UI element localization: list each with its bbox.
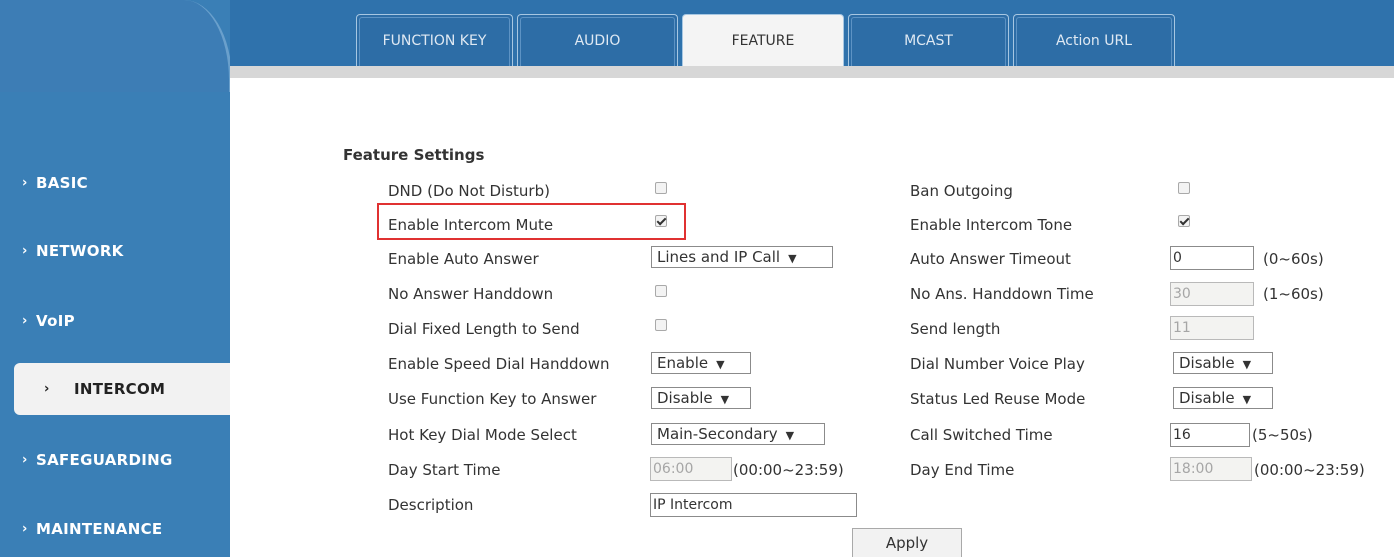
send-length-input[interactable]: 11 [1170,316,1254,340]
speed-dial-handdown-select[interactable]: Enable ▼ [651,352,751,374]
tab-label: FUNCTION KEY [382,33,487,49]
day-start-input[interactable]: 06:00 [650,457,732,481]
sidebar-item-network[interactable]: › NETWORK [0,225,230,277]
sidebar-item-intercom[interactable]: › INTERCOM [14,363,230,415]
auto-answer-select[interactable]: Lines and IP Call ▼ [651,246,833,268]
intercom-tone-checkbox[interactable] [1178,215,1190,227]
speed-dial-value: Enable [657,354,709,372]
dial-number-voice-value: Disable [1179,354,1235,372]
sidebar-header [0,0,232,92]
send-length-label: Send length [910,320,1001,338]
hot-key-mode-label: Hot Key Dial Mode Select [388,426,577,444]
dropdown-arrow-icon: ▼ [1242,358,1252,371]
auto-answer-label: Enable Auto Answer [388,250,539,268]
sidebar-item-label: VoIP [36,312,75,330]
description-label: Description [388,496,474,514]
tab-label: MCAST [904,33,953,49]
tab-function-key[interactable]: FUNCTION KEY [356,14,513,66]
auto-answer-value: Lines and IP Call [657,248,781,266]
intercom-tone-label: Enable Intercom Tone [910,216,1073,234]
tab-label: Action URL [1055,33,1133,49]
day-start-label: Day Start Time [388,461,501,479]
tab-action-url[interactable]: Action URL [1013,14,1175,66]
dial-fixed-length-checkbox[interactable] [655,319,667,331]
sidebar-item-maintenance[interactable]: › MAINTENANCE [0,503,230,555]
sidebar-item-safeguarding[interactable]: › SAFEGUARDING [0,434,230,486]
chevron-right-icon: › [44,381,50,397]
dropdown-arrow-icon: ▼ [716,358,725,371]
no-answer-handdown-checkbox[interactable] [655,285,667,297]
no-ans-handdown-time-hint: (1~60s) [1263,285,1324,303]
day-start-hint: (00:00~23:59) [733,461,844,479]
description-input[interactable]: IP Intercom [650,493,857,517]
tab-feature[interactable]: FEATURE [682,14,844,66]
tab-label: AUDIO [574,33,621,49]
sidebar-item-label: BASIC [36,174,88,192]
sidebar-item-label: NETWORK [36,242,124,260]
dnd-checkbox[interactable] [655,182,667,194]
no-ans-handdown-time-label: No Ans. Handdown Time [910,285,1094,303]
hot-key-mode-value: Main-Secondary [657,425,778,443]
tab-mcast[interactable]: MCAST [848,14,1009,66]
apply-button[interactable]: Apply [852,528,962,557]
dnd-label: DND (Do Not Disturb) [388,182,550,200]
dial-fixed-length-label: Dial Fixed Length to Send [388,320,580,338]
sidebar-item-label: SAFEGUARDING [36,451,173,469]
highlight-box [377,203,686,240]
dropdown-arrow-icon: ▼ [1242,393,1252,406]
dial-number-voice-select[interactable]: Disable ▼ [1173,352,1273,374]
call-switched-time-hint: (5~50s) [1252,426,1313,444]
auto-answer-timeout-input[interactable]: 0 [1170,246,1254,270]
status-led-label: Status Led Reuse Mode [910,390,1086,408]
call-switched-time-label: Call Switched Time [910,426,1053,444]
function-key-answer-select[interactable]: Disable ▼ [651,387,751,409]
status-led-value: Disable [1179,389,1235,407]
chevron-right-icon: › [22,313,28,329]
chevron-right-icon: › [22,243,28,259]
call-switched-time-input[interactable]: 16 [1170,423,1250,447]
tab-audio[interactable]: AUDIO [517,14,678,66]
ban-outgoing-checkbox[interactable] [1178,182,1190,194]
auto-answer-timeout-label: Auto Answer Timeout [910,250,1071,268]
day-end-hint: (00:00~23:59) [1254,461,1365,479]
sidebar-item-basic[interactable]: › BASIC [0,157,230,209]
sidebar-item-label: MAINTENANCE [36,520,163,538]
dropdown-arrow-icon: ▼ [785,429,795,442]
hot-key-mode-select[interactable]: Main-Secondary ▼ [651,423,825,445]
speed-dial-handdown-label: Enable Speed Dial Handdown [388,355,610,373]
day-end-label: Day End Time [910,461,1015,479]
tab-label: FEATURE [731,33,795,49]
no-ans-handdown-time-input[interactable]: 30 [1170,282,1254,306]
dropdown-arrow-icon: ▼ [720,393,730,406]
sidebar-item-voip[interactable]: › VoIP [0,295,230,347]
chevron-right-icon: › [22,175,28,191]
function-key-answer-value: Disable [657,389,713,407]
chevron-right-icon: › [22,452,28,468]
status-led-select[interactable]: Disable ▼ [1173,387,1273,409]
ban-outgoing-label: Ban Outgoing [910,182,1013,200]
sidebar-item-label: INTERCOM [74,380,166,398]
section-title: Feature Settings [343,146,485,164]
auto-answer-timeout-hint: (0~60s) [1263,250,1324,268]
tab-bar-divider [230,66,1394,78]
no-answer-handdown-label: No Answer Handdown [388,285,554,303]
dropdown-arrow-icon: ▼ [788,252,797,265]
function-key-answer-label: Use Function Key to Answer [388,390,597,408]
dial-number-voice-label: Dial Number Voice Play [910,355,1085,373]
day-end-input[interactable]: 18:00 [1170,457,1252,481]
chevron-right-icon: › [22,521,28,537]
